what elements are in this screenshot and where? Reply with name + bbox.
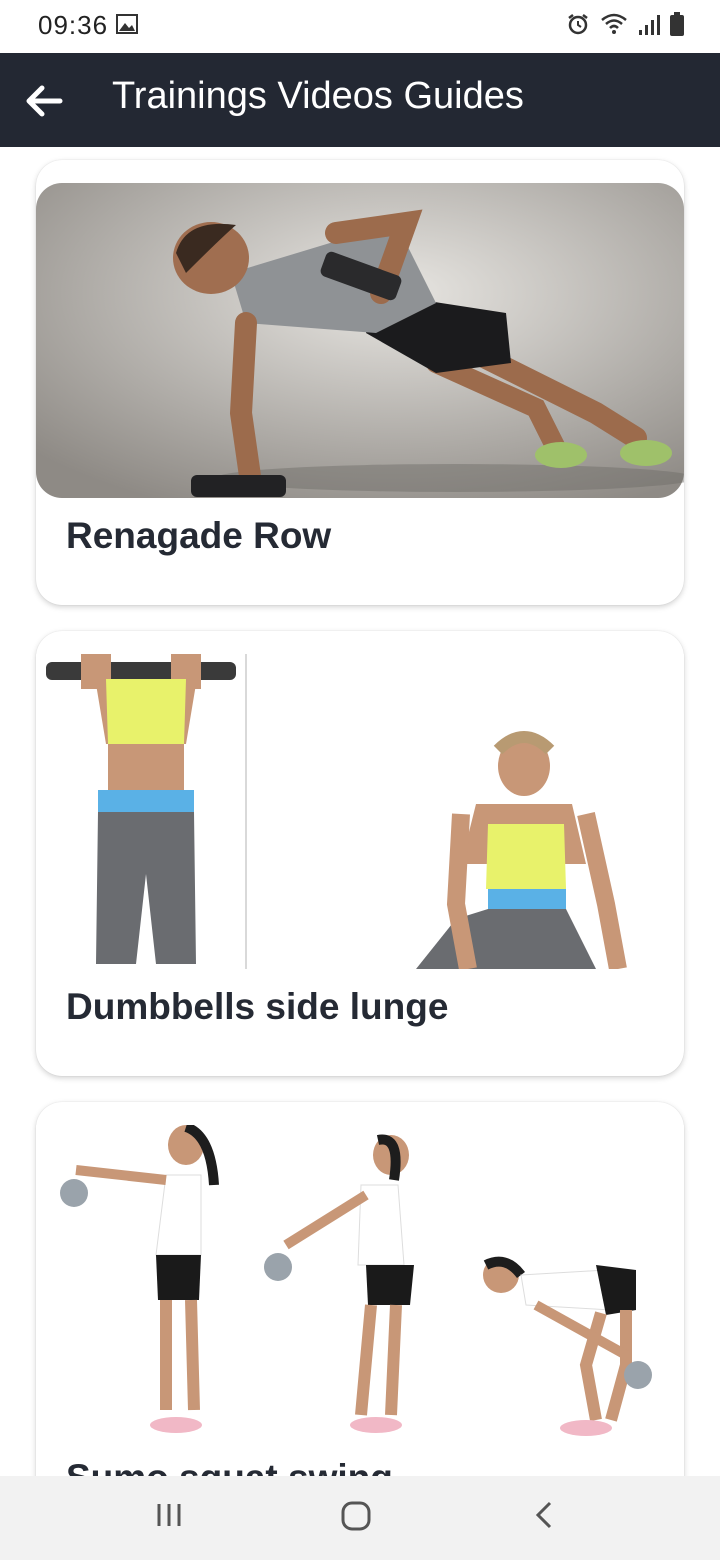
- training-card[interactable]: Sumo squat swing: [36, 1102, 684, 1476]
- system-nav-bar: [0, 1476, 720, 1560]
- card-title: Dumbbells side lunge: [66, 986, 449, 1027]
- home-icon[interactable]: [340, 1500, 372, 1532]
- page-title: Trainings Videos Guides: [112, 75, 524, 117]
- wifi-icon: [601, 13, 627, 34]
- training-card[interactable]: Renagade Row: [36, 160, 684, 605]
- man-renegade-row-photo: [36, 183, 684, 498]
- image-notification-icon: [116, 14, 138, 34]
- app-bar: Trainings Videos Guides: [0, 53, 720, 147]
- status-bar: 09:36: [0, 0, 720, 53]
- card-image: [36, 183, 684, 498]
- alarm-icon: [568, 14, 588, 35]
- signal-icon: [639, 15, 660, 35]
- woman-kettlebell-swing-photo: [36, 1125, 684, 1440]
- recent-apps-icon[interactable]: [154, 1500, 184, 1530]
- card-image: [36, 654, 684, 969]
- back-arrow-icon[interactable]: [22, 79, 66, 123]
- training-list[interactable]: Renagade Row Dumbbells side lunge: [0, 147, 720, 1476]
- battery-icon: [670, 12, 684, 36]
- woman-dumbbell-lunge-photo: [36, 654, 684, 969]
- back-icon[interactable]: [530, 1500, 560, 1530]
- status-time: 09:36: [38, 10, 109, 40]
- card-title: Renagade Row: [66, 515, 332, 556]
- training-card[interactable]: Dumbbells side lunge: [36, 631, 684, 1076]
- card-image: [36, 1125, 684, 1440]
- card-title: Sumo squat swing: [66, 1457, 393, 1476]
